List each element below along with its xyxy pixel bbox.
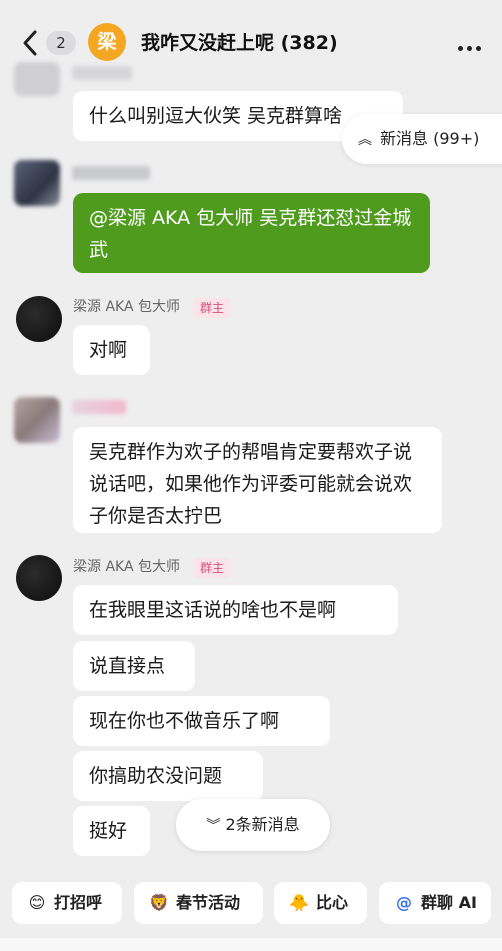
message-bubble[interactable]: 说直接点 bbox=[73, 641, 195, 691]
avatar[interactable] bbox=[14, 62, 60, 96]
message-bubble[interactable]: 现在你也不做音乐了啊 bbox=[73, 696, 330, 746]
new-messages-label: 新消息 (99+) bbox=[380, 129, 480, 148]
heart-chick-icon: 🐥 bbox=[289, 893, 309, 912]
group-title[interactable]: 我咋又没赶上呢 (382) bbox=[141, 30, 338, 56]
quick-actions-bar: 😊 打招呼 🦁 春节活动 🐥 比心 @ 群聊 AI bbox=[0, 872, 502, 932]
quick-action-greet[interactable]: 😊 打招呼 bbox=[12, 882, 122, 924]
double-chevron-down-icon: ︾ bbox=[206, 818, 221, 834]
new-messages-bottom-button[interactable]: ︾ 2条新消息 bbox=[176, 799, 330, 851]
sender-name: 梁源 AKA 包大师 bbox=[73, 299, 180, 315]
message-bubble[interactable]: 吴克群作为欢子的帮唱肯定要帮欢子说说话吧，如果他作为评委可能就会说欢子你是否太拧… bbox=[73, 427, 442, 533]
group-avatar[interactable]: 梁 bbox=[88, 23, 126, 61]
new-messages-bottom-label: 2条新消息 bbox=[225, 815, 300, 834]
owner-badge: 群主 bbox=[194, 298, 231, 318]
quick-action-label: 群聊 AI bbox=[421, 893, 477, 912]
more-icon[interactable] bbox=[458, 36, 486, 51]
message-bubble[interactable]: 在我眼里这话说的啥也不是啊 bbox=[73, 585, 398, 635]
input-area[interactable] bbox=[0, 938, 502, 951]
quick-action-group-ai[interactable]: @ 群聊 AI bbox=[379, 882, 491, 924]
at-icon: @ bbox=[396, 893, 412, 912]
quick-action-heart[interactable]: 🐥 比心 bbox=[274, 882, 367, 924]
message-bubble[interactable]: 对啊 bbox=[73, 325, 150, 375]
quick-action-label: 春节活动 bbox=[176, 893, 241, 912]
avatar[interactable] bbox=[16, 555, 62, 601]
back-icon[interactable] bbox=[20, 29, 42, 57]
sender-name: 梁源 AKA 包大师 bbox=[73, 559, 180, 575]
sender-name-blurred bbox=[72, 400, 126, 414]
new-messages-jump-button[interactable]: ︽ 新消息 (99+) bbox=[342, 114, 502, 164]
sender-name-blurred bbox=[72, 166, 150, 180]
wave-emoji-icon: 😊 bbox=[28, 893, 46, 912]
message-bubble[interactable]: 你搞助农没问题 bbox=[73, 751, 263, 801]
owner-badge: 群主 bbox=[194, 558, 231, 578]
double-chevron-up-icon: ︽ bbox=[358, 132, 372, 148]
message-bubble[interactable]: @梁源 AKA 包大师 吴克群还怼过金城武 bbox=[73, 193, 430, 273]
sender-name-blurred bbox=[72, 66, 132, 80]
avatar[interactable] bbox=[16, 296, 62, 342]
avatar[interactable] bbox=[14, 160, 60, 206]
quick-action-label: 比心 bbox=[316, 893, 349, 912]
quick-action-label: 打招呼 bbox=[54, 893, 103, 912]
lion-dance-icon: 🦁 bbox=[149, 893, 169, 912]
unread-count-badge[interactable]: 2 bbox=[46, 31, 76, 55]
avatar[interactable] bbox=[14, 397, 60, 443]
quick-action-spring-festival[interactable]: 🦁 春节活动 bbox=[134, 882, 263, 924]
message-bubble[interactable]: 挺好 bbox=[73, 806, 150, 856]
